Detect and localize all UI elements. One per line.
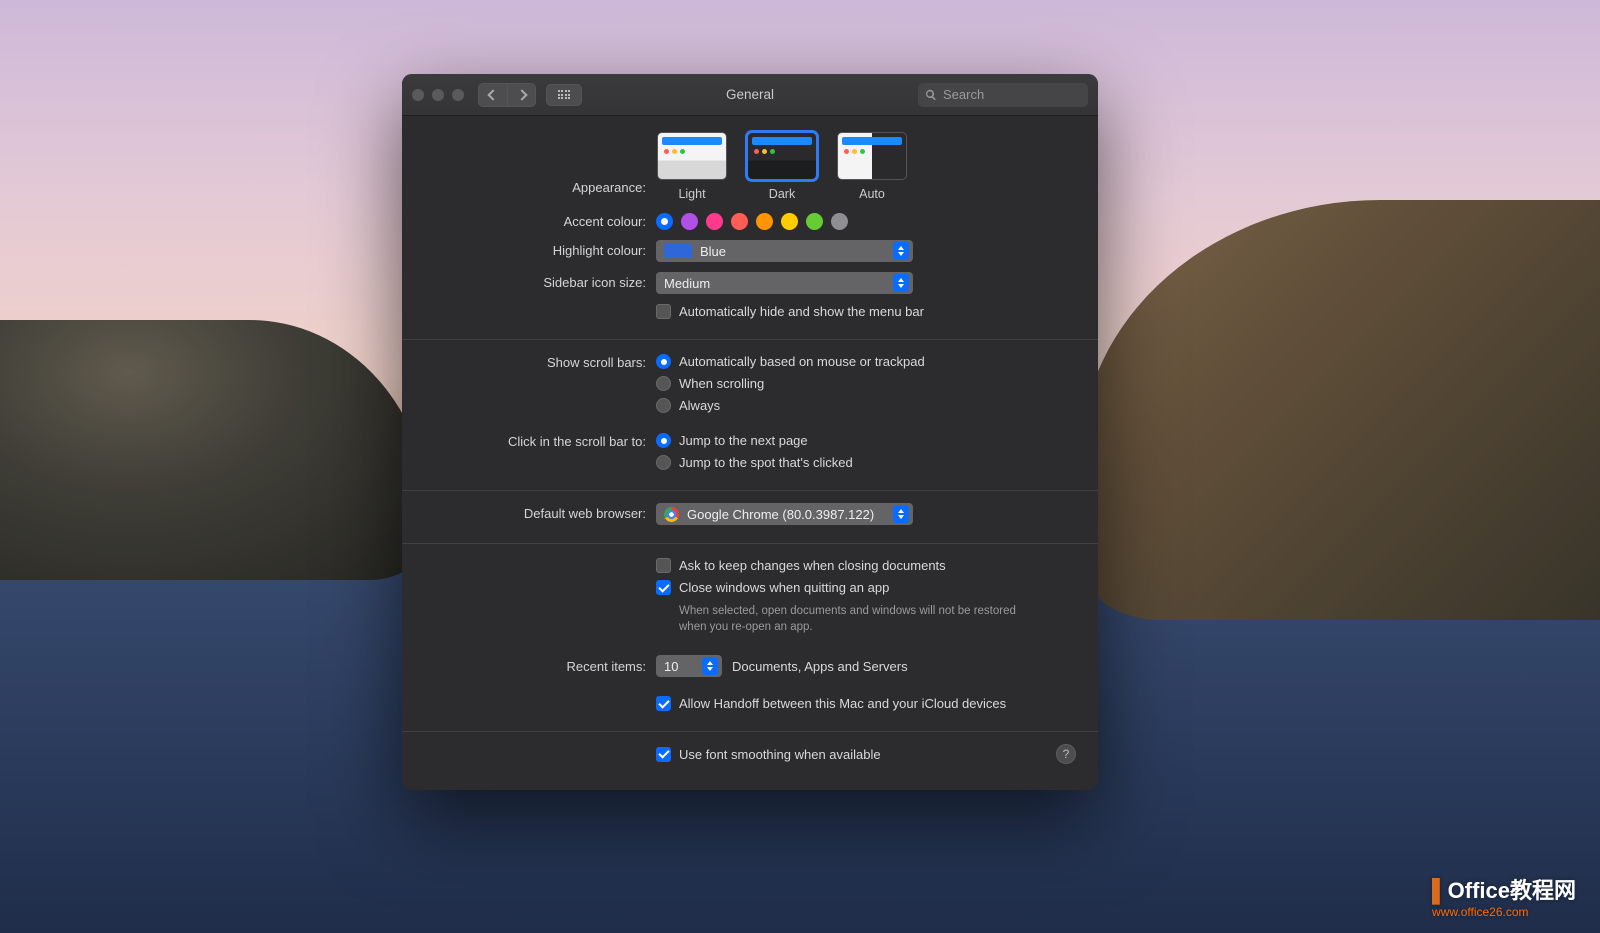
auto-hide-label: Automatically hide and show the menu bar (679, 304, 924, 319)
sidebar-size-value: Medium (664, 276, 710, 291)
nav-segmented (478, 83, 536, 107)
chrome-icon (664, 507, 679, 522)
close-windows-label: Close windows when quitting an app (679, 580, 889, 595)
accent-swatch[interactable] (656, 213, 673, 230)
radio-label: Jump to the next page (679, 433, 808, 448)
accent-swatches (656, 211, 1082, 230)
accent-swatch[interactable] (731, 213, 748, 230)
radio-label: When scrolling (679, 376, 764, 391)
label-show-scroll: Show scroll bars: (418, 352, 656, 415)
appearance-option-label: Auto (859, 187, 885, 201)
appearance-options: Light Dark Auto (656, 132, 1082, 201)
traffic-lights (412, 89, 464, 101)
zoom-icon[interactable] (452, 89, 464, 101)
handoff-label: Allow Handoff between this Mac and your … (679, 696, 1006, 711)
radio-button[interactable] (656, 398, 671, 413)
radio-label: Jump to the spot that's clicked (679, 455, 853, 470)
search-icon (925, 89, 937, 101)
radio-button[interactable] (656, 433, 671, 448)
radio-label: Automatically based on mouse or trackpad (679, 354, 925, 369)
forward-button[interactable] (507, 84, 535, 106)
preferences-window: General Search Appearance: Light Dark Auto… (402, 74, 1098, 790)
stepper-icon (893, 274, 909, 292)
accent-swatch[interactable] (706, 213, 723, 230)
scroll-bars-group: Automatically based on mouse or trackpad… (656, 352, 1082, 415)
radio-button[interactable] (656, 376, 671, 391)
label-highlight: Highlight colour: (418, 240, 656, 262)
highlight-swatch-icon (664, 244, 692, 258)
radio-label: Always (679, 398, 720, 413)
close-windows-checkbox[interactable] (656, 580, 671, 595)
recent-items-select[interactable]: 10 (656, 655, 722, 677)
show-all-button[interactable] (546, 84, 582, 106)
highlight-value: Blue (700, 244, 726, 259)
accent-swatch[interactable] (781, 213, 798, 230)
sidebar-size-select[interactable]: Medium (656, 272, 913, 294)
font-smoothing-label: Use font smoothing when available (679, 747, 881, 762)
accent-swatch[interactable] (681, 213, 698, 230)
appearance-option-dark[interactable]: Dark (746, 132, 818, 201)
font-smoothing-checkbox[interactable] (656, 747, 671, 762)
back-button[interactable] (479, 84, 507, 106)
accent-swatch[interactable] (806, 213, 823, 230)
grid-icon (558, 90, 571, 99)
radio-button[interactable] (656, 455, 671, 470)
appearance-thumb-icon (657, 132, 727, 180)
minimize-icon[interactable] (432, 89, 444, 101)
appearance-option-label: Light (678, 187, 705, 201)
stepper-icon (893, 505, 909, 523)
chevron-right-icon (516, 89, 527, 100)
watermark: ▌Office教程网 www.office26.com (1432, 873, 1576, 919)
recent-items-value: 10 (664, 659, 678, 674)
window-title: General (582, 87, 918, 102)
auto-hide-checkbox[interactable] (656, 304, 671, 319)
highlight-select[interactable]: Blue (656, 240, 913, 262)
search-input[interactable]: Search (918, 83, 1088, 107)
chevron-left-icon (487, 89, 498, 100)
appearance-option-auto[interactable]: Auto (836, 132, 908, 201)
browser-value: Google Chrome (80.0.3987.122) (687, 507, 874, 522)
accent-swatch[interactable] (756, 213, 773, 230)
appearance-thumb-icon (837, 132, 907, 180)
label-appearance: Appearance: (418, 132, 656, 201)
close-windows-hint: When selected, open documents and window… (656, 600, 1036, 635)
accent-swatch[interactable] (831, 213, 848, 230)
ask-keep-checkbox[interactable] (656, 558, 671, 573)
titlebar: General Search (402, 74, 1098, 116)
label-sidebar-size: Sidebar icon size: (418, 272, 656, 321)
stepper-icon (702, 657, 718, 675)
handoff-checkbox[interactable] (656, 696, 671, 711)
help-button[interactable]: ? (1056, 744, 1076, 764)
radio-button[interactable] (656, 354, 671, 369)
search-placeholder: Search (943, 87, 984, 102)
label-browser: Default web browser: (418, 503, 656, 525)
recent-items-suffix: Documents, Apps and Servers (732, 659, 908, 674)
ask-keep-label: Ask to keep changes when closing documen… (679, 558, 946, 573)
click-scroll-group: Jump to the next page Jump to the spot th… (656, 431, 1082, 472)
browser-select[interactable]: Google Chrome (80.0.3987.122) (656, 503, 913, 525)
appearance-thumb-icon (747, 132, 817, 180)
close-icon[interactable] (412, 89, 424, 101)
appearance-option-light[interactable]: Light (656, 132, 728, 201)
content: Appearance: Light Dark Auto Accent colour:… (402, 116, 1098, 784)
appearance-option-label: Dark (769, 187, 795, 201)
label-accent: Accent colour: (418, 211, 656, 230)
label-recent-items: Recent items: (418, 655, 656, 713)
label-click-scroll: Click in the scroll bar to: (418, 431, 656, 472)
stepper-icon (893, 242, 909, 260)
